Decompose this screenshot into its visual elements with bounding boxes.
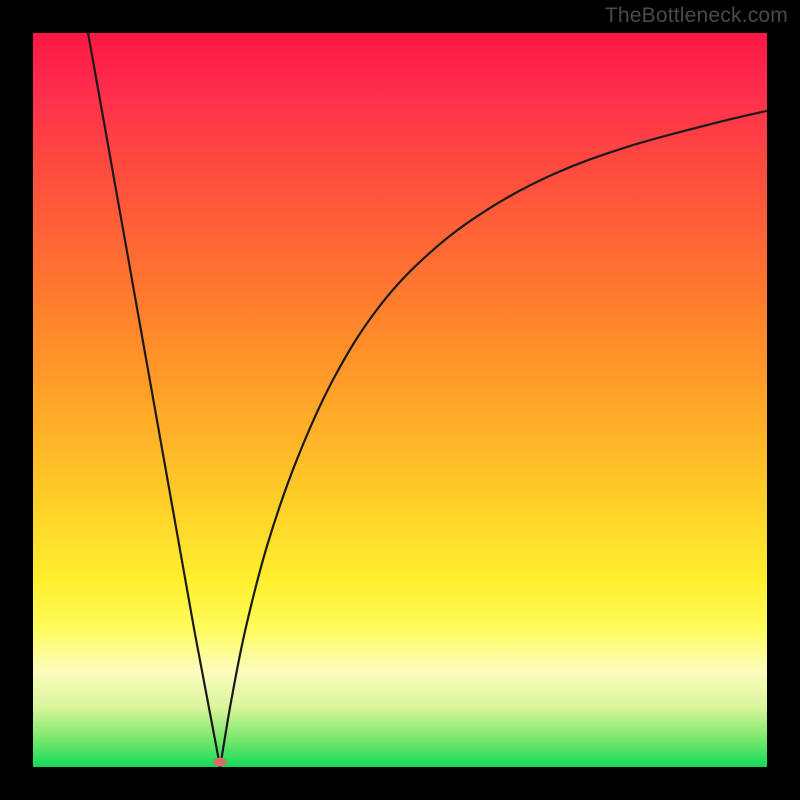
optimal-point-marker [214, 757, 227, 766]
watermark-text: TheBottleneck.com [605, 4, 788, 28]
bottleneck-curve [33, 33, 767, 767]
chart-frame: TheBottleneck.com [0, 0, 800, 800]
curve-path [88, 33, 767, 767]
plot-area [33, 33, 767, 767]
